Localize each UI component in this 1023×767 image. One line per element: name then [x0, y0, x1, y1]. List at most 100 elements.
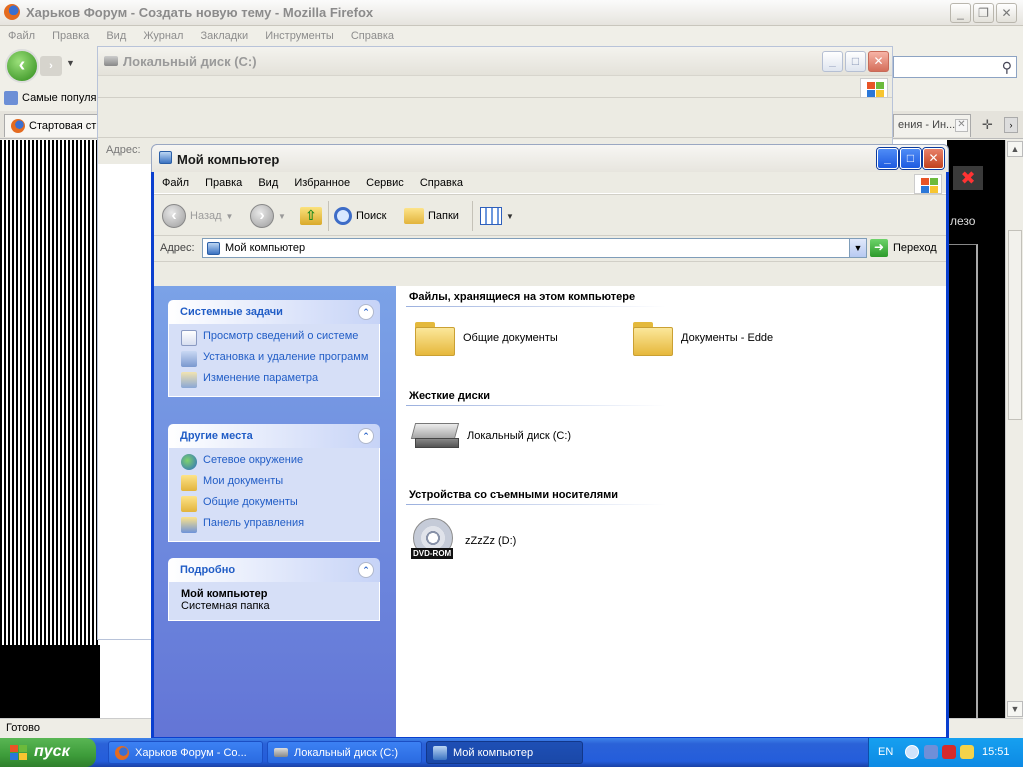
menu-tools[interactable]: Инструменты — [265, 26, 334, 46]
menu-edit[interactable]: Правка — [200, 172, 247, 194]
documents-folder-icon — [181, 475, 197, 491]
back-button[interactable]: ‹ Назад ▼ — [162, 203, 233, 229]
antivirus-tray-icon[interactable] — [942, 745, 956, 759]
close-button[interactable]: ✕ — [868, 51, 889, 72]
tab-other[interactable]: ения - Ин... ✕ — [893, 114, 971, 137]
scroll-down-icon[interactable]: ▼ — [1007, 701, 1023, 717]
item-label: Локальный диск (C:) — [467, 430, 572, 442]
bookmark-most-visited[interactable]: Самые популя — [4, 91, 97, 105]
system-info-icon — [181, 330, 197, 346]
task-change-setting[interactable]: Изменение параметра — [181, 372, 369, 388]
language-indicator[interactable]: EN — [878, 746, 893, 758]
minimize-button[interactable]: _ — [877, 148, 898, 169]
item-shared-documents[interactable]: Общие документы — [415, 320, 558, 356]
taskbar-local-disk[interactable]: Локальный диск (C:) — [267, 741, 422, 764]
striped-background — [0, 140, 100, 718]
close-button[interactable]: ✕ — [996, 3, 1017, 23]
menu-history[interactable]: Журнал — [143, 26, 183, 46]
item-local-disk[interactable]: Локальный диск (C:) — [410, 421, 572, 451]
dropdown-icon[interactable]: ▼ — [278, 212, 286, 221]
search-box[interactable]: ⚲ — [893, 56, 1017, 78]
folders-button[interactable]: Папки — [404, 203, 459, 229]
network-tray-icon[interactable] — [924, 745, 938, 759]
menu-help[interactable]: Справка — [415, 172, 468, 194]
place-label: Общие документы — [203, 496, 298, 508]
other-places-header[interactable]: Другие места ⌃ — [168, 424, 380, 448]
place-shared-documents[interactable]: Общие документы — [181, 496, 369, 512]
item-label: Общие документы — [463, 332, 558, 344]
collapse-icon[interactable]: ⌃ — [358, 304, 374, 320]
place-my-documents[interactable]: Мои документы — [181, 475, 369, 491]
restore-button[interactable]: ❐ — [973, 3, 994, 23]
my-computer-window[interactable]: Мой компьютер _ □ ✕ Файл Правка Вид Избран… — [151, 144, 949, 740]
tray-expand-icon[interactable] — [905, 745, 919, 759]
details-header[interactable]: Подробно ⌃ — [168, 558, 380, 582]
start-button[interactable]: пуск — [0, 738, 96, 767]
taskbar-firefox[interactable]: Харьков Форум - Со... — [108, 741, 263, 764]
tab-list-icon[interactable]: › — [1004, 117, 1018, 133]
folder-icon — [633, 320, 673, 356]
system-tasks-header[interactable]: Системные задачи ⌃ — [168, 300, 380, 324]
menu-help[interactable]: Справка — [351, 26, 394, 46]
dropdown-icon[interactable]: ▼ — [506, 212, 514, 221]
task-view-system-info[interactable]: Просмотр сведений о системе — [181, 330, 369, 346]
side-frame — [948, 244, 978, 718]
computer-icon — [433, 745, 447, 760]
maximize-button[interactable]: □ — [845, 51, 866, 72]
task-add-remove-programs[interactable]: Установка и удаление программ — [181, 351, 369, 367]
minimize-button[interactable]: _ — [950, 3, 971, 23]
taskbar: пуск Харьков Форум - Со... Локальный дис… — [0, 738, 1023, 767]
go-button[interactable]: ➜ Переход — [870, 239, 937, 257]
address-dropdown-icon[interactable]: ▼ — [849, 239, 866, 257]
panel-title: Другие места — [180, 430, 253, 442]
menu-view[interactable]: Вид — [106, 26, 126, 46]
maximize-button[interactable]: □ — [900, 148, 921, 169]
local-disk-titlebar[interactable]: Локальный диск (C:) _ □ ✕ — [98, 47, 892, 76]
start-label: пуск — [34, 743, 70, 760]
close-tab-icon[interactable]: ✕ — [955, 119, 968, 132]
dropdown-icon[interactable]: ▼ — [226, 212, 234, 221]
item-dvd-drive[interactable]: DVD-ROM zZzZz (D:) — [411, 518, 516, 564]
minimize-button[interactable]: _ — [822, 51, 843, 72]
menu-file[interactable]: Файл — [8, 26, 35, 46]
page-scrollbar[interactable]: ▲ ▼ — [1005, 140, 1023, 718]
back-button[interactable]: ‹ — [5, 49, 39, 83]
tab-label: Стартовая ст — [29, 120, 97, 132]
menu-favorites[interactable]: Избранное — [289, 172, 355, 194]
search-icon[interactable]: ⚲ — [1002, 59, 1012, 76]
collapse-icon[interactable]: ⌃ — [358, 428, 374, 444]
menu-file[interactable]: Файл — [157, 172, 194, 194]
menu-bookmarks[interactable]: Закладки — [201, 26, 249, 46]
forward-button[interactable]: › ▼ — [250, 203, 286, 229]
panel-title: Подробно — [180, 564, 236, 576]
place-control-panel[interactable]: Панель управления — [181, 517, 369, 533]
taskbar-my-computer[interactable]: Мой компьютер — [426, 741, 583, 764]
close-x-icon[interactable]: ✖ — [953, 166, 983, 190]
new-tab-icon[interactable]: ✛ — [982, 117, 993, 133]
firefox-icon — [11, 119, 25, 133]
search-button[interactable]: Поиск — [334, 203, 386, 229]
other-places-panel: Другие места ⌃ Сетевое окружение Мои док… — [168, 424, 380, 542]
forward-button[interactable]: › — [40, 56, 62, 76]
firefox-icon — [115, 745, 129, 760]
up-button[interactable]: ⇧ — [300, 203, 322, 229]
my-computer-toolbar: ‹ Назад ▼ › ▼ ⇧ Поиск Папки ▼ — [154, 194, 946, 236]
scroll-thumb[interactable] — [1008, 230, 1022, 420]
tab-start[interactable]: Стартовая ст — [4, 114, 100, 137]
tray-app-icon[interactable] — [960, 745, 974, 759]
address-input[interactable]: Мой компьютер ▼ — [202, 238, 867, 258]
close-button[interactable]: ✕ — [923, 148, 944, 169]
item-edde-documents[interactable]: Документы - Edde — [633, 320, 773, 356]
place-network[interactable]: Сетевое окружение — [181, 454, 369, 470]
scroll-up-icon[interactable]: ▲ — [1007, 141, 1023, 157]
views-button[interactable]: ▼ — [480, 203, 514, 229]
menu-edit[interactable]: Правка — [52, 26, 89, 46]
my-computer-titlebar[interactable]: Мой компьютер _ □ ✕ — [151, 144, 949, 172]
history-dropdown-icon[interactable]: ▼ — [66, 58, 75, 68]
item-label: Документы - Edde — [681, 332, 774, 344]
menu-tools[interactable]: Сервис — [361, 172, 409, 194]
menu-view[interactable]: Вид — [253, 172, 283, 194]
network-icon — [181, 454, 197, 470]
folders-label: Папки — [428, 210, 459, 222]
collapse-icon[interactable]: ⌃ — [358, 562, 374, 578]
